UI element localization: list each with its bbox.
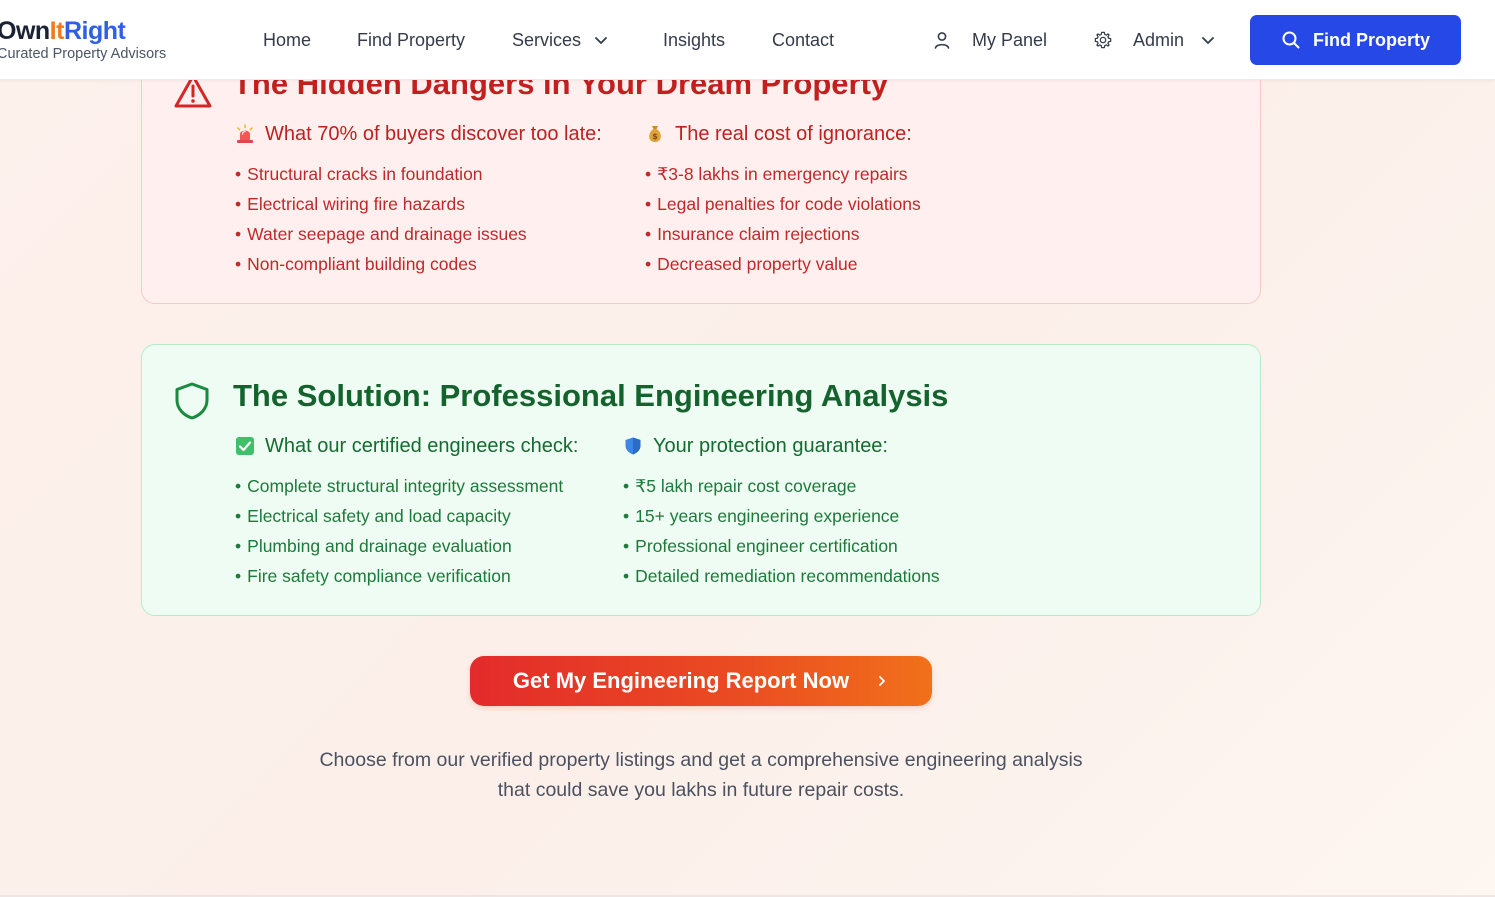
nav-find-property[interactable]: Find Property (357, 30, 465, 51)
list-item: Decreased property value (645, 249, 921, 279)
user-icon (932, 30, 952, 50)
list-item: Electrical safety and load capacity (235, 501, 579, 531)
solution-guarantee-list: ₹5 lakh repair cost coverage 15+ years e… (623, 471, 940, 591)
list-item: Electrical wiring fire hazards (235, 189, 602, 219)
brand-name: OwnItRight (0, 17, 126, 45)
solution-checks-column: What our certified engineers check: Comp… (235, 433, 579, 591)
solution-guarantee-heading-text: Your protection guarantee: (653, 434, 888, 457)
list-item: 15+ years engineering experience (623, 501, 940, 531)
list-item: Structural cracks in foundation (235, 159, 602, 189)
main-nav: Home (263, 0, 311, 80)
get-engineering-report-label: Get My Engineering Report Now (512, 668, 850, 693)
find-property-button[interactable]: Find Property (1250, 15, 1461, 65)
admin-label: Admin (1133, 29, 1185, 50)
nav-slot-contact: Contact (772, 0, 834, 80)
check-box-icon (235, 436, 255, 456)
svg-text:$: $ (652, 132, 658, 141)
chevron-down-icon (1200, 32, 1216, 48)
search-icon (1281, 30, 1301, 50)
blue-shield-icon (623, 436, 643, 456)
site-header: OwnItRight Curated Property Advisors Hom… (0, 0, 1495, 80)
dangers-discover-heading-text: What 70% of buyers discover too late: (265, 122, 602, 145)
chevron-right-icon (875, 674, 889, 688)
nav-slot-services: Services (512, 0, 609, 80)
nav-home[interactable]: Home (263, 30, 311, 51)
list-item: Complete structural integrity assessment (235, 471, 579, 501)
nav-slot-find: Find Property (357, 0, 465, 80)
list-item: Professional engineer certification (623, 531, 940, 561)
brand-tagline: Curated Property Advisors (0, 46, 167, 62)
solution-checks-heading-text: What our certified engineers check: (265, 434, 579, 457)
nav-contact[interactable]: Contact (772, 30, 834, 51)
solution-guarantee-heading: Your protection guarantee: (623, 433, 940, 459)
solution-checks-heading: What our certified engineers check: (235, 433, 579, 459)
nav-slot-admin: Admin (1093, 0, 1216, 80)
my-panel-link[interactable]: My Panel (932, 30, 1047, 51)
list-item: Legal penalties for code violations (645, 189, 921, 219)
shield-icon (173, 381, 211, 426)
solution-title: The Solution: Professional Engineering A… (233, 378, 949, 413)
admin-menu[interactable]: Admin (1093, 30, 1216, 51)
engineering-description-line2: that could save you lakhs in future repa… (497, 779, 905, 801)
list-item: ₹5 lakh repair cost coverage (623, 471, 940, 501)
solution-checks-list: Complete structural integrity assessment… (235, 471, 579, 591)
list-item: Plumbing and drainage evaluation (235, 531, 579, 561)
dangers-discover-column: What 70% of buyers discover too late: St… (235, 121, 602, 279)
list-item: Detailed remediation recommendations (623, 561, 939, 591)
money-bag-icon: $ (645, 124, 665, 144)
nav-services[interactable]: Services (512, 30, 609, 51)
my-panel-label: My Panel (972, 29, 1048, 50)
list-item: Water seepage and drainage issues (235, 219, 602, 249)
nav-slot-panel: My Panel (932, 0, 1047, 80)
solution-card: The Solution: Professional Engineering A… (141, 344, 1261, 616)
dangers-cost-heading-text: The real cost of ignorance: (675, 122, 912, 145)
list-item: Insurance claim rejections (645, 219, 921, 249)
nav-slot-insights: Insights (663, 0, 725, 80)
nav-services-label: Services (512, 29, 582, 50)
nav-insights[interactable]: Insights (663, 30, 725, 51)
list-item: Fire safety compliance verification (235, 561, 579, 591)
list-item: Non-compliant building codes (235, 249, 602, 279)
dangers-cost-column: $ The real cost of ignorance: ₹3-8 lakhs… (645, 121, 921, 279)
siren-icon (235, 124, 255, 144)
dangers-cost-heading: $ The real cost of ignorance: (645, 121, 921, 147)
gear-icon (1093, 30, 1113, 50)
solution-guarantee-column: Your protection guarantee: ₹5 lakh repai… (623, 433, 940, 591)
engineering-description-line1: Choose from our verified property listin… (319, 749, 1083, 771)
list-item: ₹3-8 lakhs in emergency repairs (645, 159, 921, 189)
dangers-discover-list: Structural cracks in foundation Electric… (235, 159, 602, 279)
find-property-button-label: Find Property (1312, 29, 1430, 50)
brand-logo[interactable]: OwnItRight Curated Property Advisors (0, 17, 166, 63)
chevron-down-icon (593, 32, 609, 48)
engineering-description: Choose from our verified property listin… (270, 745, 1132, 805)
dangers-discover-heading: What 70% of buyers discover too late: (235, 121, 602, 147)
dangers-cost-list: ₹3-8 lakhs in emergency repairs Legal pe… (645, 159, 921, 279)
get-engineering-report-button[interactable]: Get My Engineering Report Now (470, 656, 932, 706)
